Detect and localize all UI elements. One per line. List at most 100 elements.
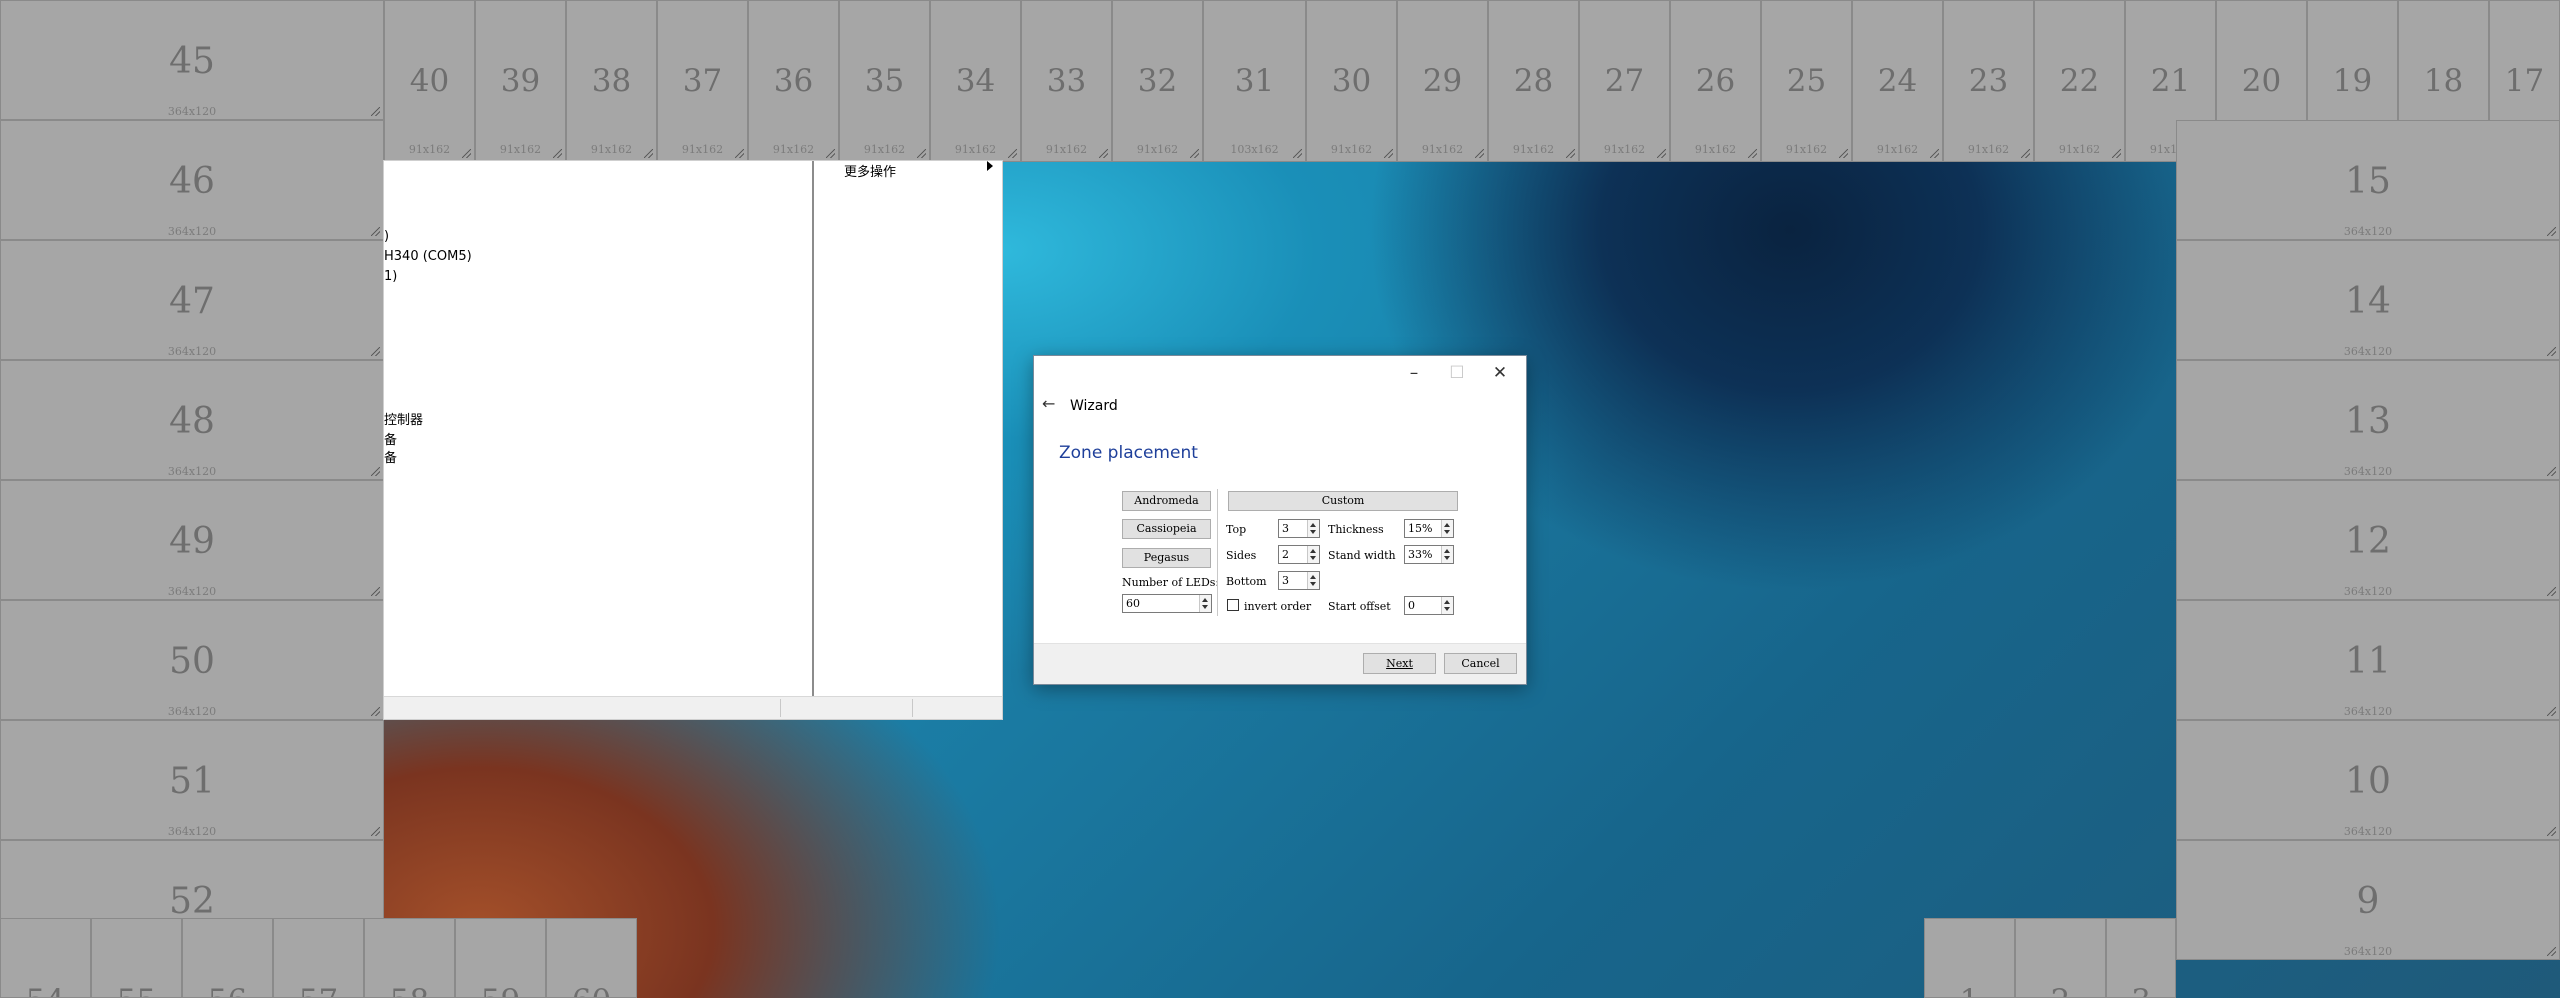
resize-grip-icon[interactable] — [371, 347, 380, 356]
led-zone-46[interactable]: 46 364x120 — [0, 120, 384, 240]
resize-grip-icon[interactable] — [553, 149, 562, 158]
thickness-spinbox[interactable]: 15% — [1404, 519, 1454, 538]
led-zone-34[interactable]: 34 91x162 — [930, 0, 1021, 162]
custom-button[interactable]: Custom — [1228, 491, 1458, 511]
resize-grip-icon[interactable] — [462, 149, 471, 158]
led-zone-9[interactable]: 9 364x120 — [2176, 840, 2560, 960]
resize-grip-icon[interactable] — [371, 587, 380, 596]
device-line[interactable]: 备 — [384, 447, 397, 466]
led-zone-3[interactable]: 3 — [2106, 918, 2176, 998]
device-line[interactable]: ) — [384, 229, 389, 244]
num-leds-spinbox[interactable]: 60 — [1122, 594, 1212, 613]
led-zone-58[interactable]: 58 — [364, 918, 455, 998]
led-zone-14[interactable]: 14 364x120 — [2176, 240, 2560, 360]
resize-grip-icon[interactable] — [1099, 149, 1108, 158]
led-zone-57[interactable]: 57 — [273, 918, 364, 998]
resize-grip-icon[interactable] — [644, 149, 653, 158]
spin-arrows-icon[interactable] — [1441, 546, 1453, 563]
spin-arrows-icon[interactable] — [1441, 520, 1453, 537]
resize-grip-icon[interactable] — [2021, 149, 2030, 158]
resize-grip-icon[interactable] — [371, 227, 380, 236]
resize-grip-icon[interactable] — [371, 107, 380, 116]
maximize-icon[interactable]: ☐ — [1437, 360, 1477, 386]
led-zone-32[interactable]: 32 91x162 — [1112, 0, 1203, 162]
led-zone-24[interactable]: 24 91x162 — [1852, 0, 1943, 162]
led-zone-13[interactable]: 13 364x120 — [2176, 360, 2560, 480]
resize-grip-icon[interactable] — [2547, 587, 2556, 596]
resize-grip-icon[interactable] — [1008, 149, 1017, 158]
resize-grip-icon[interactable] — [1475, 149, 1484, 158]
resize-grip-icon[interactable] — [1748, 149, 1757, 158]
resize-grip-icon[interactable] — [2547, 227, 2556, 236]
resize-grip-icon[interactable] — [1839, 149, 1848, 158]
sides-spinbox[interactable]: 2 — [1278, 545, 1320, 564]
led-zone-26[interactable]: 26 91x162 — [1670, 0, 1761, 162]
led-zone-39[interactable]: 39 91x162 — [475, 0, 566, 162]
led-zone-37[interactable]: 37 91x162 — [657, 0, 748, 162]
led-zone-15[interactable]: 15 364x120 — [2176, 120, 2560, 240]
device-line[interactable]: H340 (COM5) — [384, 249, 472, 264]
resize-grip-icon[interactable] — [1384, 149, 1393, 158]
led-zone-49[interactable]: 49 364x120 — [0, 480, 384, 600]
led-zone-29[interactable]: 29 91x162 — [1397, 0, 1488, 162]
top-spinbox[interactable]: 3 — [1278, 519, 1320, 538]
led-zone-59[interactable]: 59 — [455, 918, 546, 998]
led-zone-54[interactable]: 54 — [0, 918, 91, 998]
device-line[interactable]: 1) — [384, 269, 397, 284]
device-line[interactable]: 备 — [384, 429, 397, 448]
led-zone-60[interactable]: 60 — [546, 918, 637, 998]
led-zone-30[interactable]: 30 91x162 — [1306, 0, 1397, 162]
spin-arrows-icon[interactable] — [1307, 520, 1319, 537]
led-zone-56[interactable]: 56 — [182, 918, 273, 998]
resize-grip-icon[interactable] — [2547, 467, 2556, 476]
led-zone-50[interactable]: 50 364x120 — [0, 600, 384, 720]
resize-grip-icon[interactable] — [2547, 827, 2556, 836]
led-zone-47[interactable]: 47 364x120 — [0, 240, 384, 360]
spin-arrows-icon[interactable] — [1307, 572, 1319, 589]
led-zone-33[interactable]: 33 91x162 — [1021, 0, 1112, 162]
spin-arrows-icon[interactable] — [1441, 597, 1453, 614]
stand-width-spinbox[interactable]: 33% — [1404, 545, 1454, 564]
led-zone-25[interactable]: 25 91x162 — [1761, 0, 1852, 162]
led-zone-55[interactable]: 55 — [91, 918, 182, 998]
resize-grip-icon[interactable] — [2547, 707, 2556, 716]
resize-grip-icon[interactable] — [826, 149, 835, 158]
resize-grip-icon[interactable] — [2547, 947, 2556, 956]
preset-pegasus-button[interactable]: Pegasus — [1122, 548, 1211, 568]
invert-order-checkbox[interactable] — [1227, 599, 1239, 611]
led-zone-38[interactable]: 38 91x162 — [566, 0, 657, 162]
close-icon[interactable]: ✕ — [1480, 360, 1520, 386]
pane-divider[interactable] — [812, 161, 814, 698]
resize-grip-icon[interactable] — [371, 707, 380, 716]
spin-arrows-icon[interactable] — [1199, 595, 1211, 612]
device-line[interactable]: 控制器 — [384, 409, 423, 428]
led-zone-23[interactable]: 23 91x162 — [1943, 0, 2034, 162]
led-zone-22[interactable]: 22 91x162 — [2034, 0, 2125, 162]
led-zone-45[interactable]: 45 364x120 — [0, 0, 384, 120]
cancel-button[interactable]: Cancel — [1444, 653, 1517, 674]
resize-grip-icon[interactable] — [371, 827, 380, 836]
next-button[interactable]: Next — [1363, 653, 1436, 674]
led-zone-51[interactable]: 51 364x120 — [0, 720, 384, 840]
led-zone-12[interactable]: 12 364x120 — [2176, 480, 2560, 600]
resize-grip-icon[interactable] — [735, 149, 744, 158]
preset-andromeda-button[interactable]: Andromeda — [1122, 491, 1211, 511]
resize-grip-icon[interactable] — [2547, 347, 2556, 356]
led-zone-2[interactable]: 2 — [2015, 918, 2106, 998]
led-zone-35[interactable]: 35 91x162 — [839, 0, 930, 162]
resize-grip-icon[interactable] — [2112, 149, 2121, 158]
led-zone-11[interactable]: 11 364x120 — [2176, 600, 2560, 720]
preset-cassiopeia-button[interactable]: Cassiopeia — [1122, 519, 1211, 539]
resize-grip-icon[interactable] — [917, 149, 926, 158]
led-zone-48[interactable]: 48 364x120 — [0, 360, 384, 480]
start-offset-spinbox[interactable]: 0 — [1404, 596, 1454, 615]
resize-grip-icon[interactable] — [371, 467, 380, 476]
more-actions-menu-item[interactable]: 更多操作 — [844, 161, 896, 180]
invert-order-label[interactable]: invert order — [1244, 600, 1311, 613]
led-zone-31[interactable]: 31 103x162 — [1203, 0, 1306, 162]
resize-grip-icon[interactable] — [1657, 149, 1666, 158]
resize-grip-icon[interactable] — [1566, 149, 1575, 158]
resize-grip-icon[interactable] — [1930, 149, 1939, 158]
spin-arrows-icon[interactable] — [1307, 546, 1319, 563]
led-zone-10[interactable]: 10 364x120 — [2176, 720, 2560, 840]
